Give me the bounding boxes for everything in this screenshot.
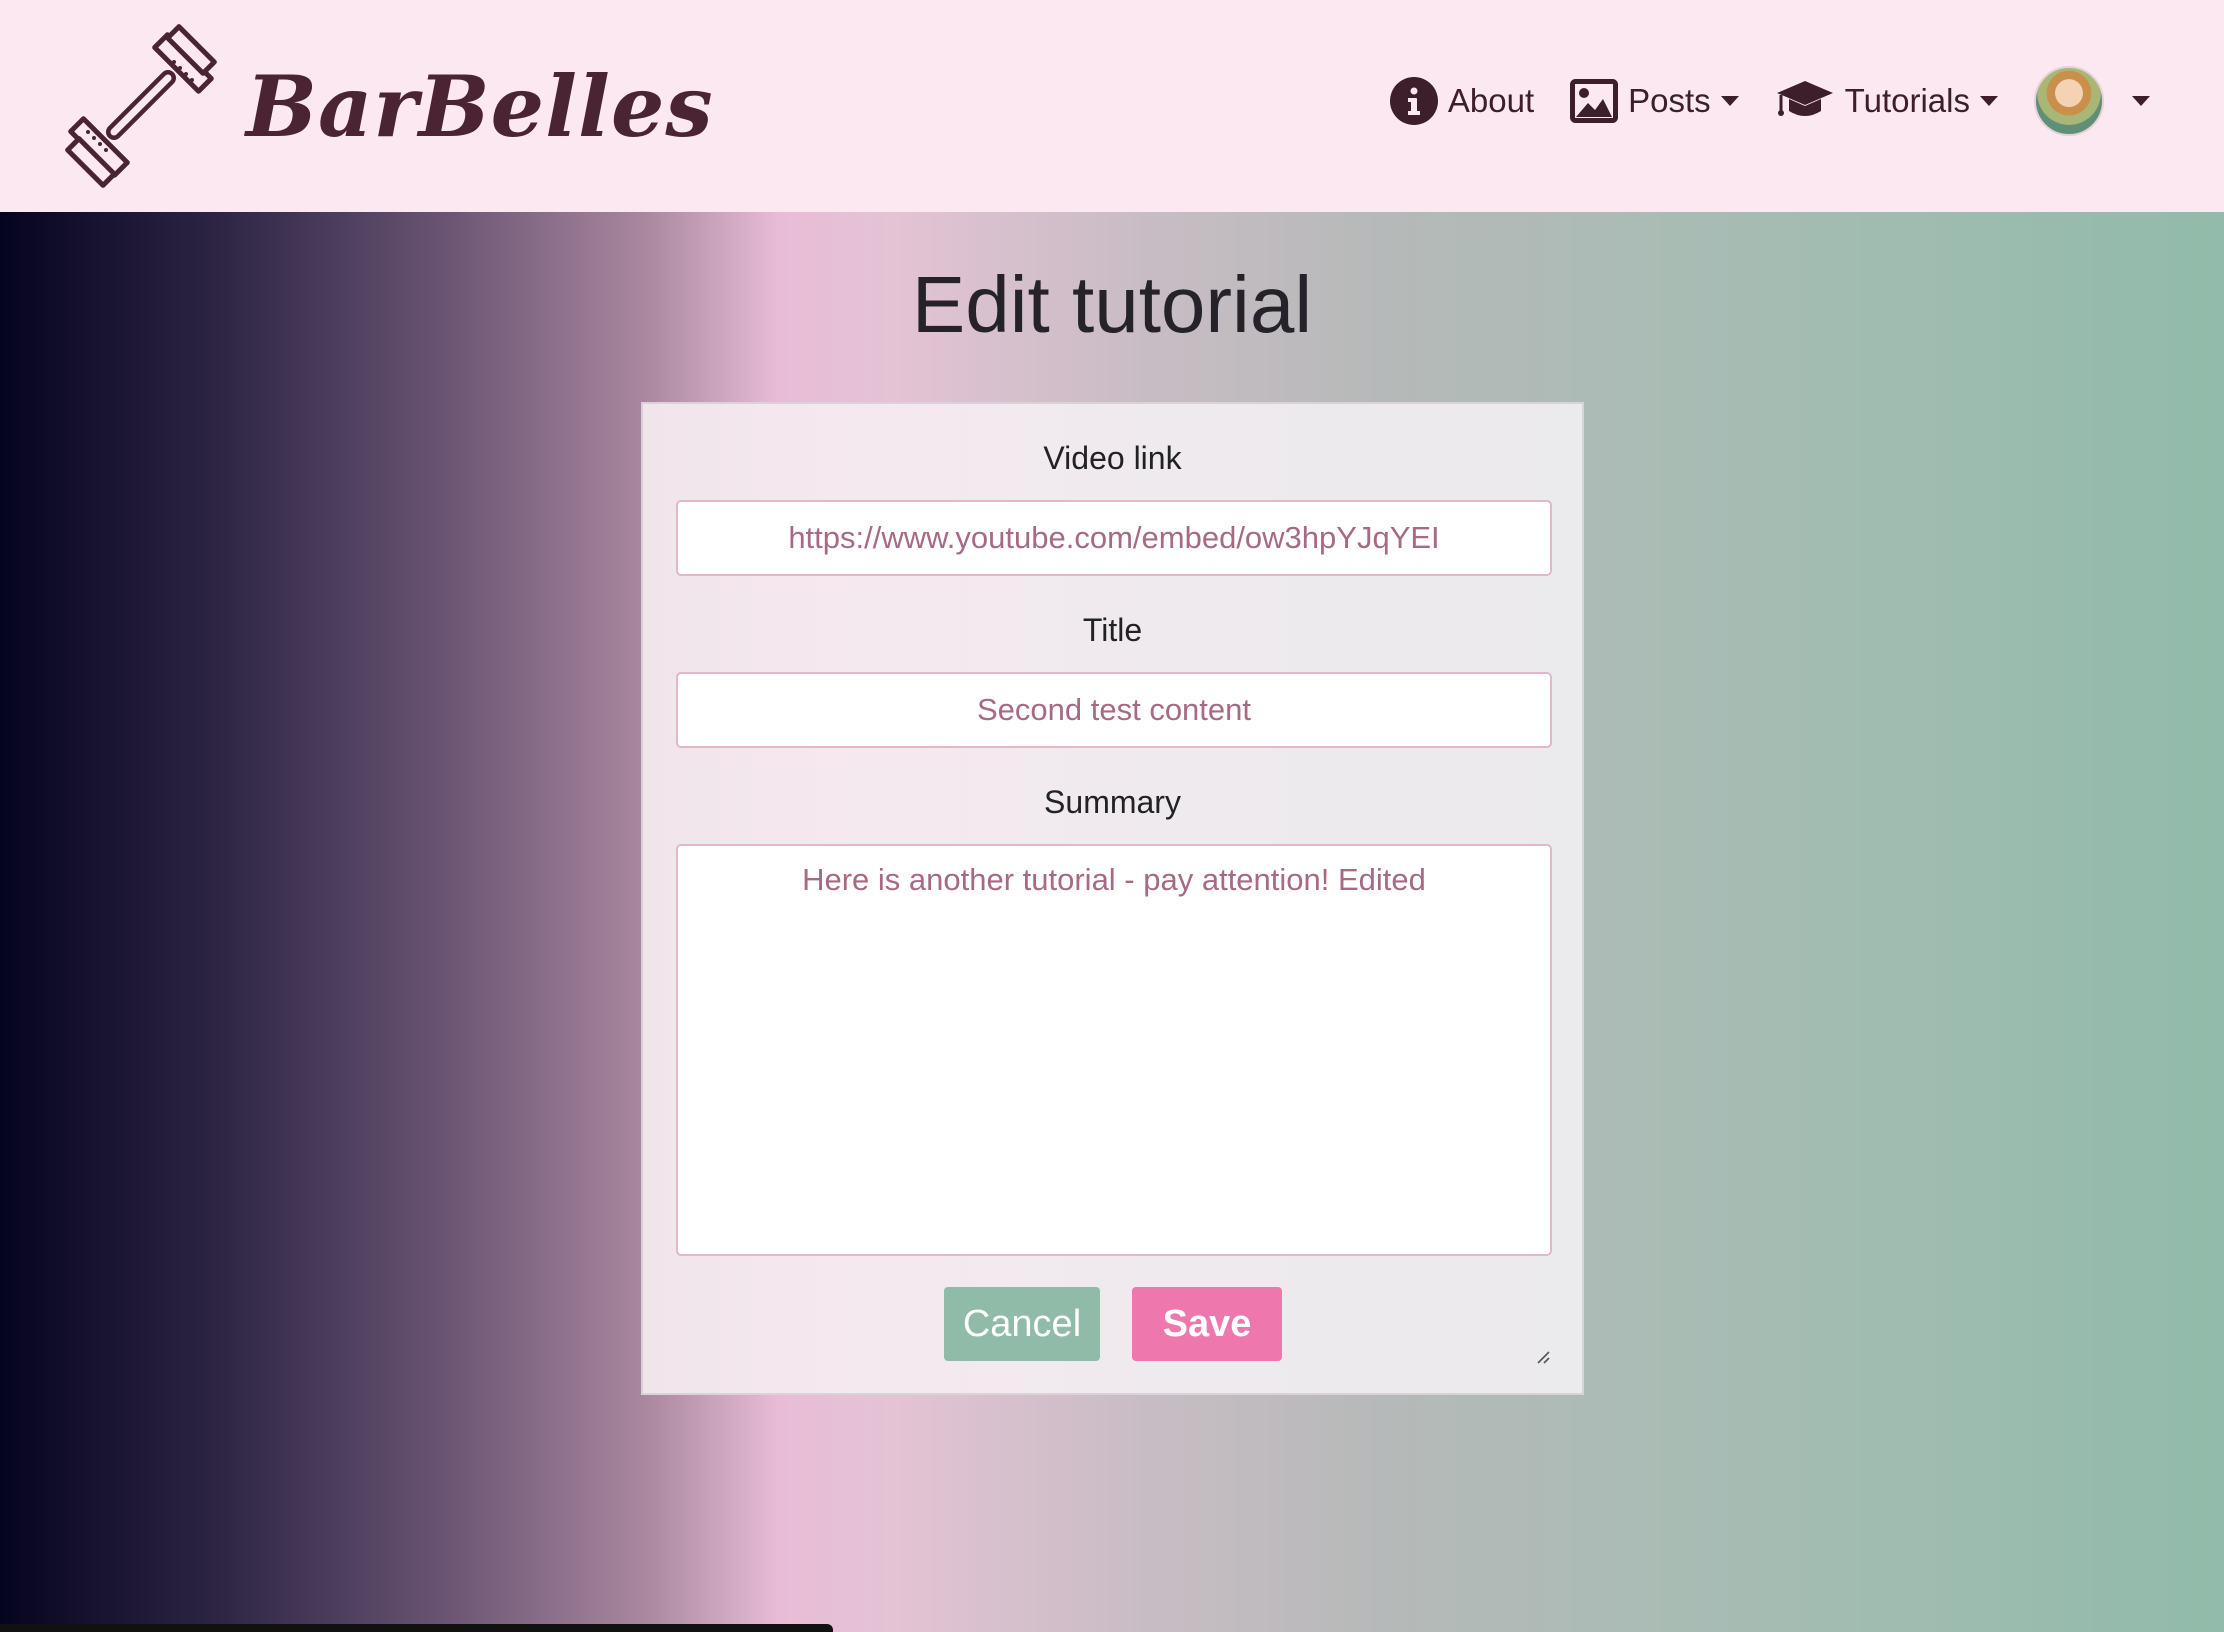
navbar: BarBelles About Posts Tutorials — [0, 0, 2224, 212]
image-icon — [1570, 79, 1619, 123]
nav-tutorials[interactable]: Tutorials — [1775, 79, 1998, 123]
main-content: Edit tutorial Video link Title Summary H… — [0, 212, 2224, 1632]
page-title: Edit tutorial — [911, 260, 1313, 349]
save-button[interactable]: Save — [1132, 1287, 1282, 1361]
title-input[interactable] — [676, 672, 1552, 748]
video-link-label: Video link — [1043, 440, 1182, 476]
edit-tutorial-form: Video link Title Summary Here is another… — [641, 402, 1584, 1395]
brand-name: BarBelles — [246, 56, 714, 156]
main-nav: About Posts Tutorials — [1354, 66, 2150, 136]
nav-posts-label: Posts — [1628, 82, 1711, 119]
barbell-icon — [65, 24, 217, 188]
brand-link[interactable]: BarBelles — [56, 20, 714, 192]
chevron-down-icon — [2132, 96, 2150, 106]
resize-handle-icon[interactable] — [1534, 1348, 1550, 1364]
bottom-edge-bar — [0, 1624, 833, 1632]
nav-about-label: About — [1447, 82, 1535, 119]
chevron-down-icon — [1980, 96, 1998, 106]
chevron-down-icon — [1720, 96, 1739, 106]
nav-about[interactable]: About — [1389, 77, 1535, 125]
graduation-cap-icon — [1775, 79, 1835, 123]
summary-label: Summary — [1044, 784, 1181, 820]
cancel-button[interactable]: Cancel — [944, 1287, 1100, 1361]
nav-posts[interactable]: Posts — [1570, 79, 1739, 123]
title-label: Title — [1082, 612, 1143, 648]
avatar — [2034, 66, 2104, 136]
video-link-input[interactable] — [676, 500, 1552, 576]
nav-tutorials-label: Tutorials — [1844, 82, 1970, 119]
summary-textarea[interactable]: Here is another tutorial - pay attention… — [676, 844, 1552, 1256]
info-icon — [1389, 77, 1438, 125]
profile-menu[interactable] — [2034, 66, 2150, 136]
